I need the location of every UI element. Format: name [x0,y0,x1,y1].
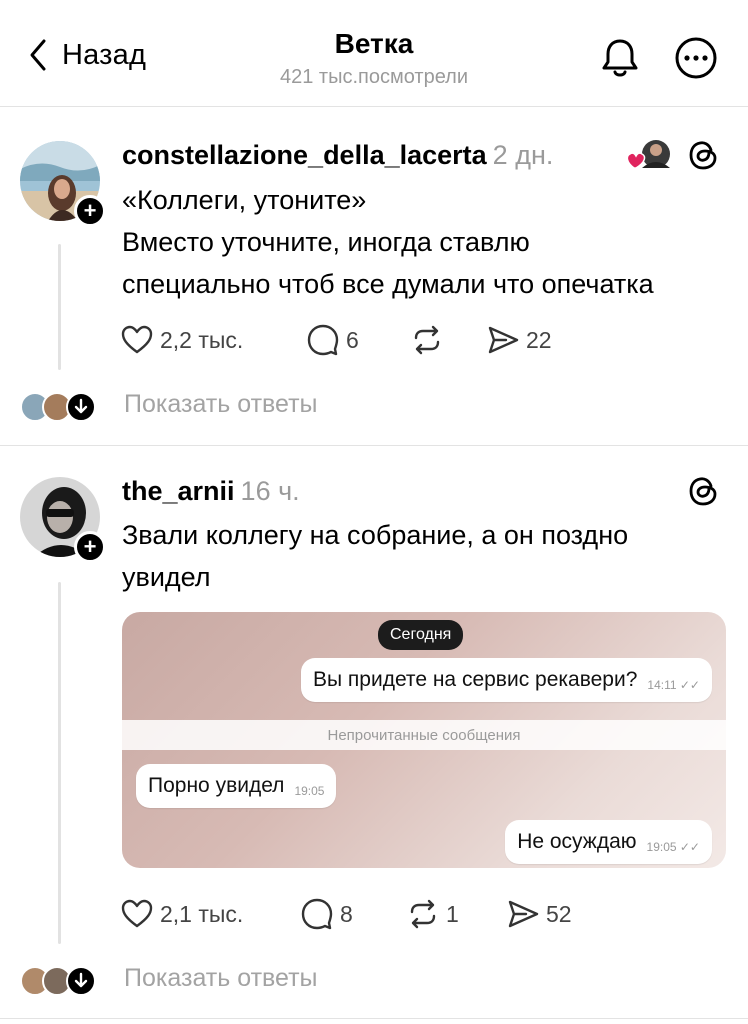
chat-message-outgoing: Вы придете на сервис рекавери? 14:11 ✓✓ [300,658,712,702]
comment-icon [307,324,339,356]
threads-icon[interactable] [687,474,721,508]
share-icon [488,326,519,354]
chat-message-incoming: Порно увидел 19:05 [136,764,337,808]
shares-count: 22 [526,326,552,353]
chat-date-label: Сегодня [378,620,464,650]
show-replies-link[interactable]: Показать ответы [124,964,318,993]
like-button[interactable]: 2,2 тыс. [120,320,243,360]
chat-unread-divider: Непрочитанные сообщения [122,720,726,750]
post-text: «Коллеги, утоните» Вместо уточните, иног… [122,179,722,305]
bell-icon[interactable] [598,36,642,80]
comment-button[interactable]: 6 [306,320,359,360]
threads-icon[interactable] [687,138,721,172]
post-text-line: специально чтоб все думали что опечатка [122,269,654,299]
repost-button[interactable] [410,320,450,360]
share-button[interactable]: 52 [506,894,572,934]
likes-count: 2,2 тыс. [160,326,244,353]
reposts-count: 1 [446,900,459,927]
post-meta: constellazione_della_lacerta 2 дн. [122,140,553,171]
comments-count: 8 [340,900,353,927]
show-replies-icon [66,966,96,996]
repost-icon [410,899,436,929]
show-replies-link[interactable]: Показать ответы [124,390,318,419]
share-button[interactable]: 22 [486,320,552,360]
like-button[interactable]: 2,1 тыс. [120,894,243,934]
comment-button[interactable]: 8 [300,894,353,934]
post-time: 2 дн. [492,140,554,170]
follow-button[interactable]: + [74,195,106,227]
repost-icon [414,325,440,355]
share-icon [508,900,539,928]
chat-message-text: Не осуждаю [517,830,637,853]
chat-message-outgoing: Не осуждаю 19:05 ✓✓ [505,820,712,864]
follow-button[interactable]: + [74,531,106,563]
username[interactable]: the_arnii [122,476,235,506]
chat-message-time: 19:05 [294,784,325,798]
chat-message-time: 19:05 ✓✓ [646,840,700,854]
repost-button[interactable]: 1 [406,894,459,934]
liked-by-indicator[interactable] [624,138,672,172]
post-text-line: увидел [122,562,211,592]
post-text-line: «Коллеги, утоните» [122,185,367,215]
likes-count: 2,1 тыс. [160,900,244,927]
post-text-line: Вместо уточните, иногда ставлю [122,227,530,257]
divider [0,1018,748,1019]
shares-count: 52 [546,900,572,927]
comment-icon [301,898,333,930]
chat-message-text: Вы придете на сервис рекавери? [312,668,638,691]
divider [0,445,748,446]
heart-icon [121,325,153,354]
post-actions: 2,2 тыс. 6 22 [120,320,580,360]
post-meta: the_arnii 16 ч. [122,476,300,507]
username[interactable]: constellazione_della_lacerta [122,140,487,170]
top-bar: Назад Ветка 421 тыс.посмотрели [0,0,748,100]
chat-message-text: Порно увидел [148,774,285,797]
thread-line [58,244,61,370]
comments-count: 6 [346,326,359,353]
attached-image[interactable]: Сегодня Вы придете на сервис рекавери? 1… [122,612,726,868]
chat-message-time: 14:11 ✓✓ [647,678,700,692]
heart-icon [121,899,153,928]
post-text: Звали коллегу на собрание, а он поздно у… [122,514,722,598]
replies-row[interactable]: Показать ответы [20,962,420,1002]
thread-line [58,582,61,944]
post-text-line: Звали коллегу на собрание, а он поздно [122,520,629,550]
post-time: 16 ч. [240,476,300,506]
replies-row[interactable]: Показать ответы [20,388,420,428]
post-actions: 2,1 тыс. 8 1 52 [120,894,600,934]
more-icon[interactable] [674,36,718,80]
show-replies-icon [66,392,96,422]
divider [0,106,748,107]
